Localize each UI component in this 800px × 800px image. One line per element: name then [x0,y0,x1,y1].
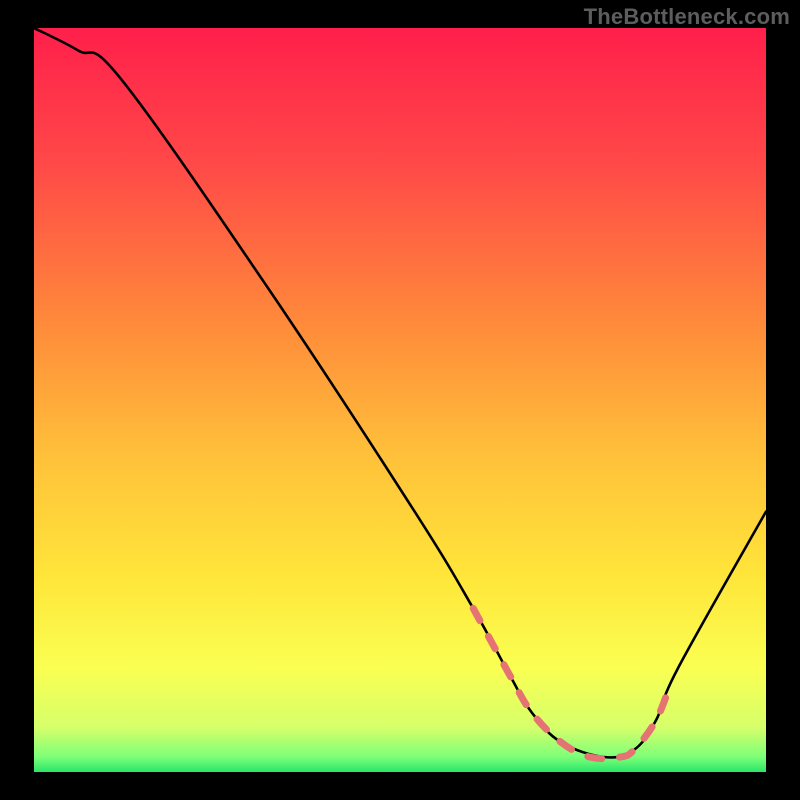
watermark-text: TheBottleneck.com [584,4,790,30]
chart-frame: TheBottleneck.com [0,0,800,800]
gradient-background [34,28,766,772]
bottleneck-chart [34,28,766,772]
plot-area [34,28,766,772]
